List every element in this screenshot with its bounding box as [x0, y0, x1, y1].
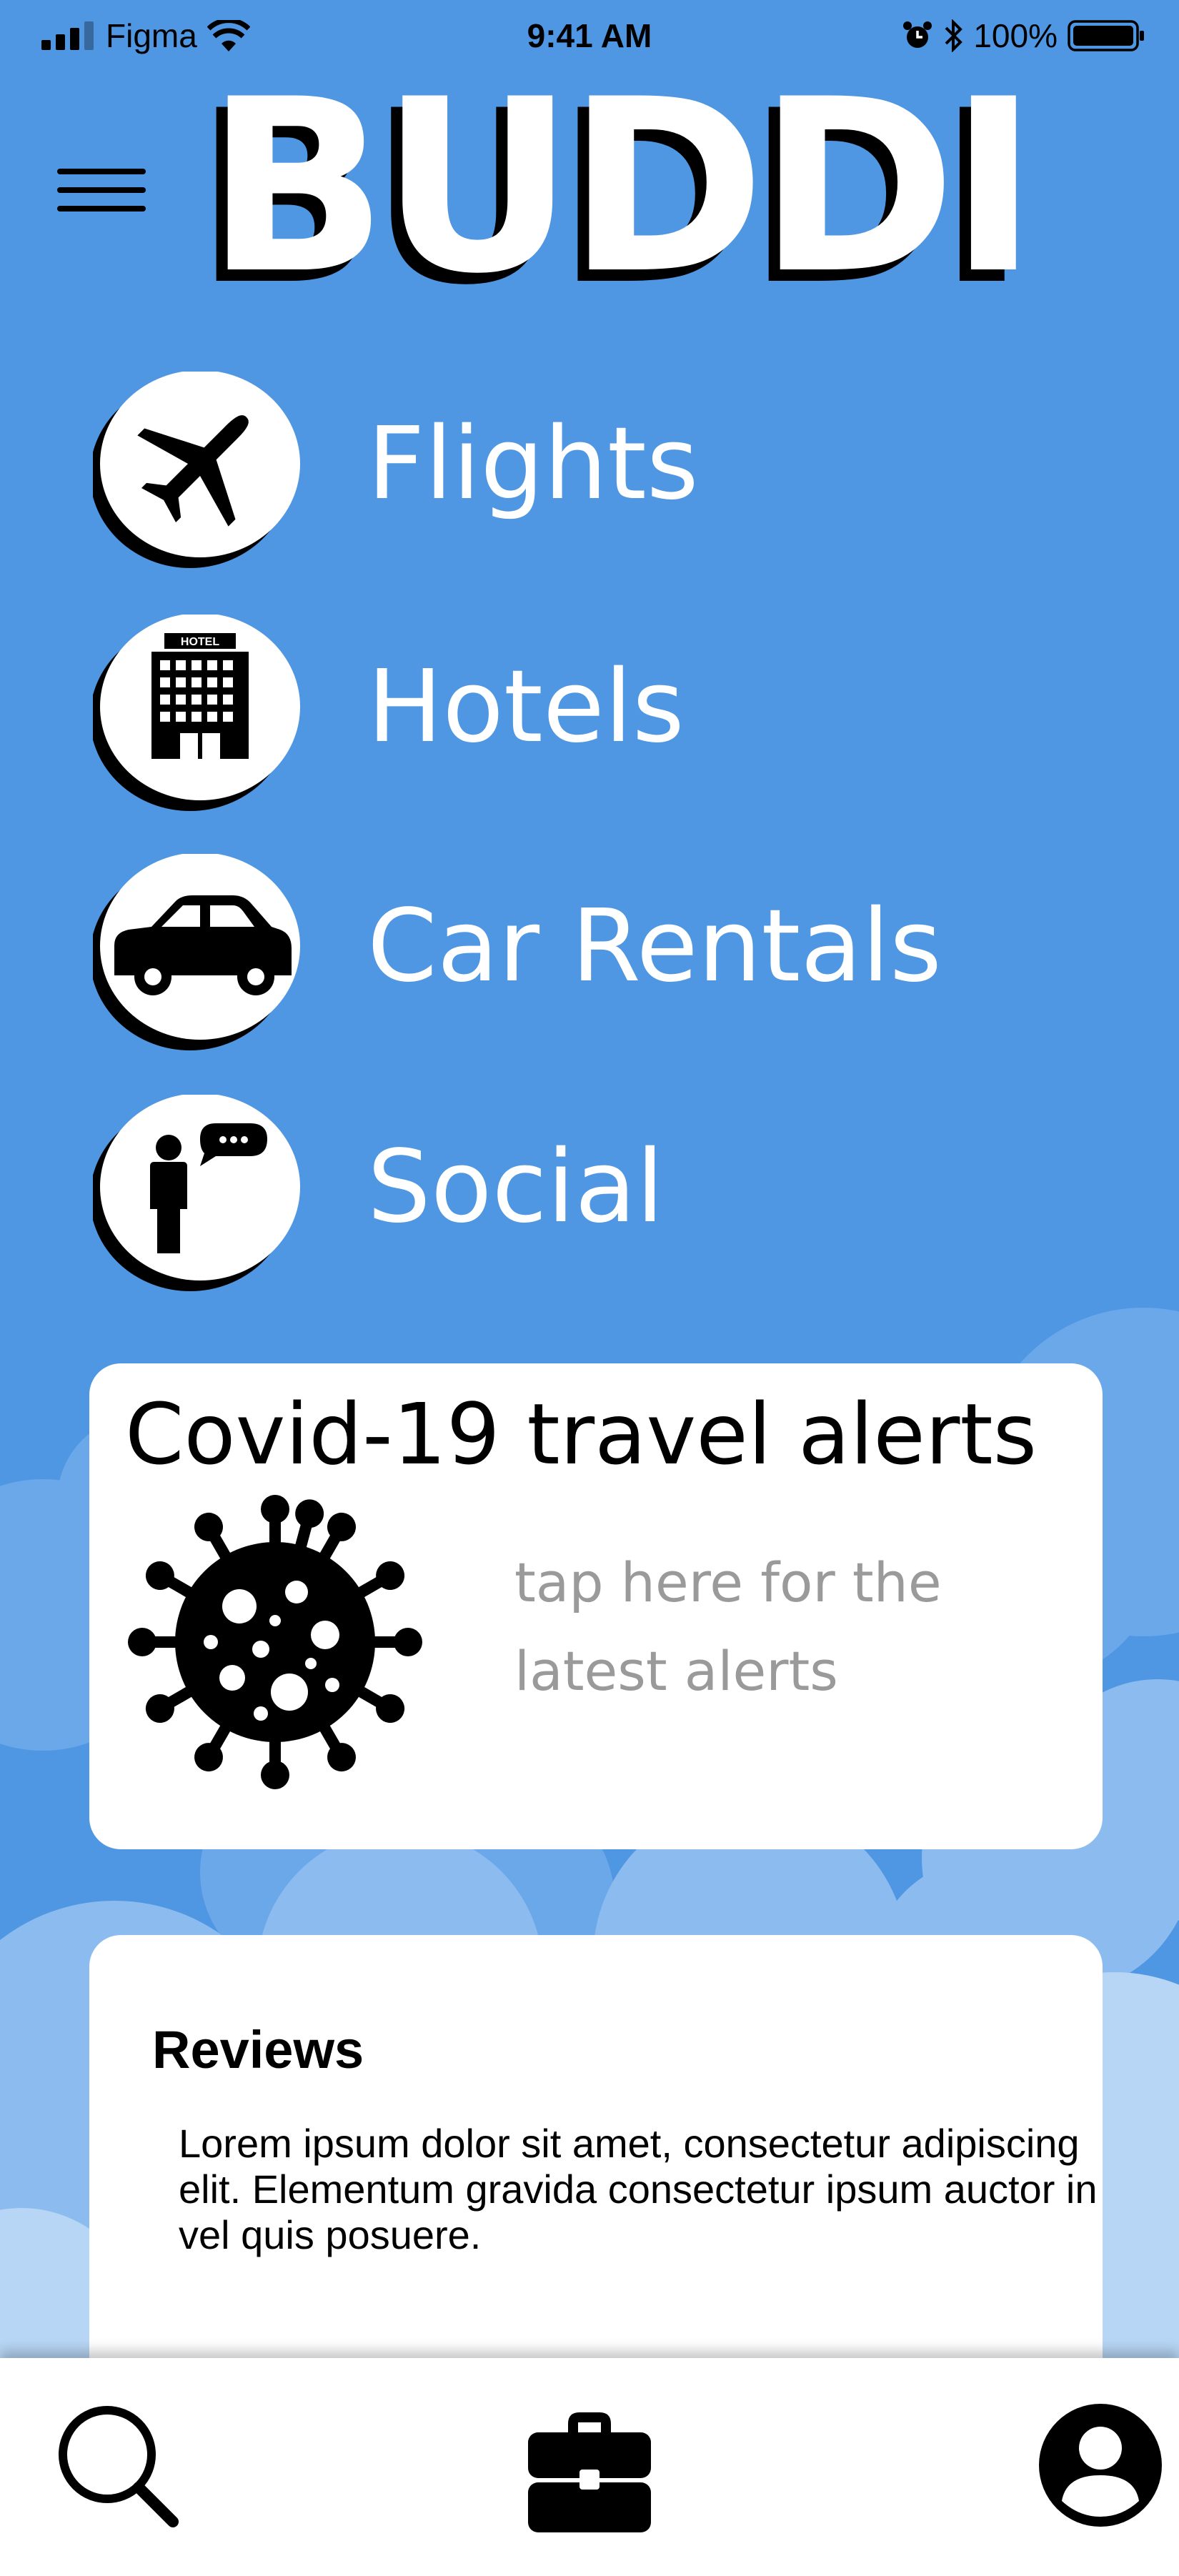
bottom-tab-bar [0, 2358, 1179, 2576]
briefcase-icon[interactable] [518, 2394, 661, 2537]
user-icon[interactable] [1029, 2394, 1172, 2537]
category-car-rentals[interactable]: Car Rentals [93, 854, 986, 1068]
app-logo: BUDDI BUDDI [194, 48, 1063, 326]
person-chat-icon [93, 1095, 307, 1309]
battery-icon [1068, 20, 1144, 51]
hamburger-menu-icon[interactable] [57, 163, 146, 220]
category-hotels[interactable]: HOTEL Hotels [93, 615, 986, 829]
category-label-hotels: Hotels [367, 649, 685, 765]
car-icon [93, 854, 307, 1068]
category-social[interactable]: Social [93, 1095, 986, 1309]
category-label-car-rentals: Car Rentals [367, 888, 942, 1005]
airplane-icon [93, 372, 307, 586]
hotel-sign-text: HOTEL [181, 636, 219, 648]
search-icon[interactable] [50, 2394, 193, 2537]
category-label-social: Social [367, 1129, 665, 1245]
covid-card-cta: tap here for the latest alerts [514, 1551, 942, 1703]
virus-icon [128, 1495, 422, 1789]
reviews-title: Reviews [152, 2020, 364, 2079]
category-flights[interactable]: Flights [93, 372, 986, 586]
category-label-flights: Flights [367, 406, 699, 522]
covid-alerts-card[interactable]: Covid-19 travel alerts tap here for the … [89, 1363, 1103, 1849]
covid-card-title: Covid-19 travel alerts [125, 1385, 1038, 1483]
alarm-icon [903, 21, 932, 48]
app-logo-text: BUDDI [206, 48, 1038, 326]
app-screen: Figma 9:41 AM 100% BUDDI BUDDI Flights H… [0, 0, 1179, 2576]
reviews-body: Lorem ipsum dolor sit amet, consectetur … [179, 2121, 1098, 2257]
hotel-building-icon: HOTEL [93, 615, 307, 829]
